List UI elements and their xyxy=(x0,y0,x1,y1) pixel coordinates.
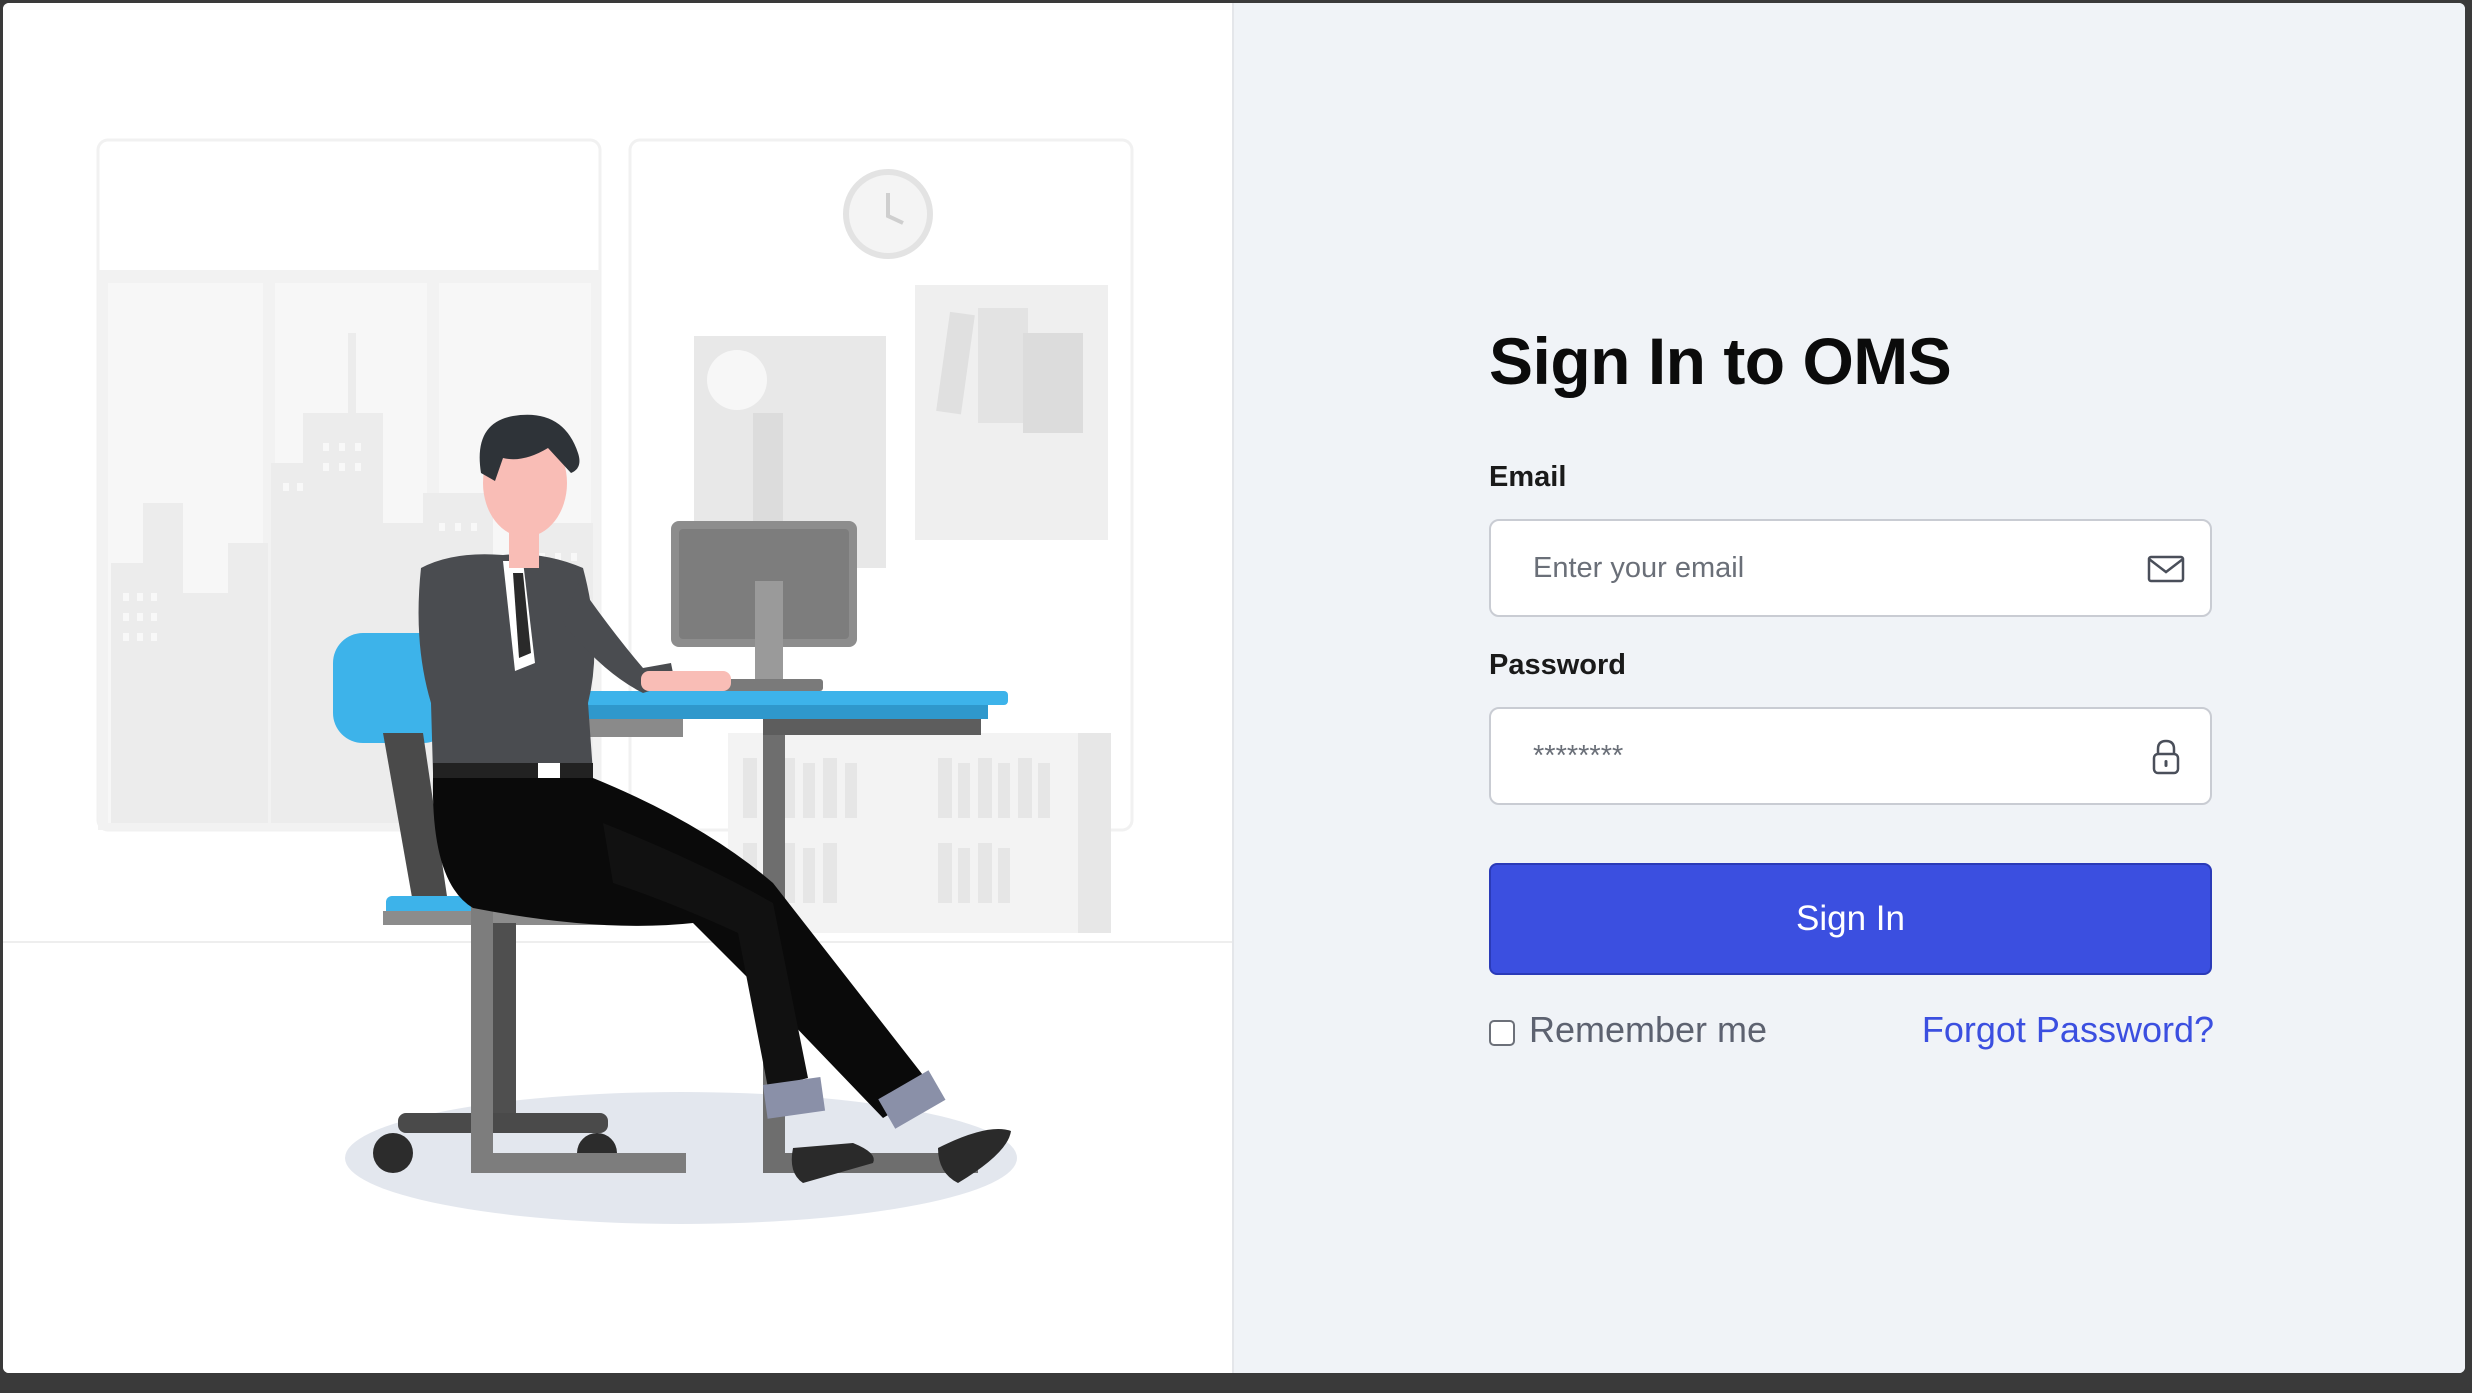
email-label: Email xyxy=(1489,461,1567,493)
login-panel: Sign In to OMS Email Password Sign In xyxy=(1234,3,2465,1373)
sign-in-form: Sign In to OMS Email Password Sign In xyxy=(1489,321,2214,1050)
email-input[interactable] xyxy=(1491,521,2153,615)
app-window: Sign In to OMS Email Password Sign In xyxy=(3,3,2465,1373)
remember-me-checkbox[interactable] xyxy=(1489,1020,1515,1046)
illustration-panel xyxy=(3,3,1234,1373)
mail-icon xyxy=(2147,555,2185,583)
password-field-container xyxy=(1489,707,2212,805)
remember-me-label: Remember me xyxy=(1529,1009,1768,1050)
email-field-container xyxy=(1489,519,2212,617)
office-worker-illustration xyxy=(3,138,1232,1224)
sign-in-button[interactable]: Sign In xyxy=(1489,863,2212,975)
forgot-password-link[interactable]: Forgot Password? xyxy=(1922,1009,2214,1051)
page-title: Sign In to OMS xyxy=(1489,324,1952,398)
remember-me-option[interactable]: Remember me xyxy=(1489,1009,1767,1051)
lock-icon xyxy=(2152,739,2180,775)
password-input[interactable] xyxy=(1491,709,2153,803)
password-label: Password xyxy=(1489,649,1626,681)
